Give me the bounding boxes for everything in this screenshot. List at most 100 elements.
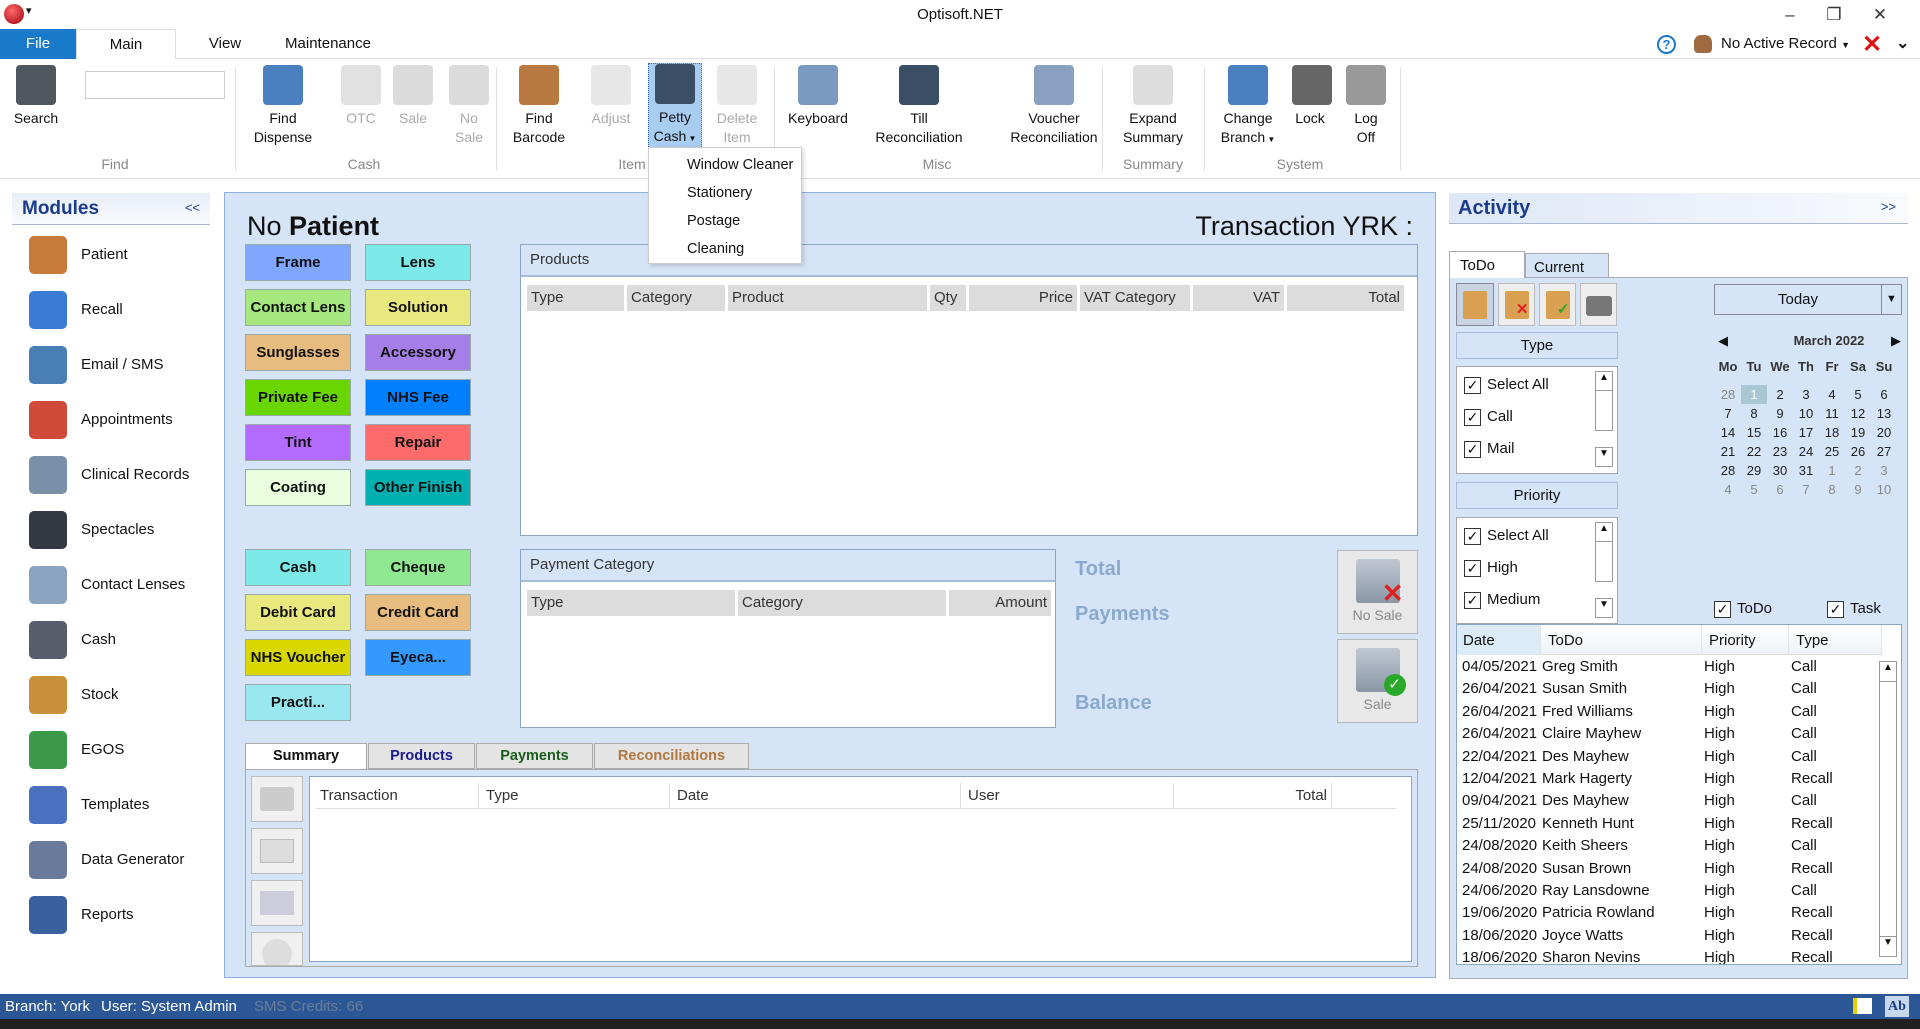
scroll-down-icon[interactable]: ▼ xyxy=(1595,447,1613,467)
filter-select-all-checkbox[interactable]: ✓ Select All xyxy=(1464,527,1549,545)
calendar-day[interactable]: 17 xyxy=(1793,423,1819,442)
sale-button[interactable]: ✓ Sale xyxy=(1337,639,1418,723)
solution-product-button[interactable]: Solution xyxy=(365,289,471,326)
menu-item-cleaning[interactable]: Cleaning xyxy=(687,241,744,257)
print-todo-button[interactable] xyxy=(1580,283,1617,326)
show-task-checkbox[interactable]: ✓ Task xyxy=(1827,600,1881,618)
sale-button[interactable]: Sale xyxy=(388,65,438,128)
otc-button[interactable]: OTC xyxy=(336,65,386,128)
restore-button[interactable]: ❐ xyxy=(1814,2,1854,28)
notes-icon[interactable] xyxy=(1853,998,1872,1014)
calendar-day[interactable]: 28 xyxy=(1715,385,1741,404)
till-reconciliation-button[interactable]: Till Reconciliation xyxy=(872,65,966,147)
close-record-icon[interactable]: ✕ xyxy=(1862,30,1882,59)
tab-maintenance[interactable]: Maintenance xyxy=(270,29,386,59)
search-input[interactable] xyxy=(85,71,225,99)
calendar-day[interactable]: 25 xyxy=(1819,442,1845,461)
repair-product-button[interactable]: Repair xyxy=(365,424,471,461)
calendar-day[interactable]: 15 xyxy=(1741,423,1767,442)
calendar-day[interactable]: 28 xyxy=(1715,461,1741,480)
tab-current[interactable]: Current xyxy=(1525,253,1609,278)
debit-card-payment-button[interactable]: Debit Card xyxy=(245,594,351,631)
column-header-product[interactable]: Product xyxy=(728,285,927,311)
calendar-day[interactable]: 5 xyxy=(1741,480,1767,499)
calendar-day[interactable]: 8 xyxy=(1819,480,1845,499)
calendar-day[interactable]: 10 xyxy=(1871,480,1897,499)
other-finish-product-button[interactable]: Other Finish xyxy=(365,469,471,506)
calendar-day[interactable]: 3 xyxy=(1793,385,1819,404)
sunglasses-product-button[interactable]: Sunglasses xyxy=(245,334,351,371)
todo-grid-scrollbar[interactable]: ▲ ▼ xyxy=(1879,661,1897,957)
column-header-priority[interactable]: Priority xyxy=(1703,625,1789,655)
calendar-day[interactable]: 7 xyxy=(1793,480,1819,499)
filter-call-checkbox[interactable]: ✓ Call xyxy=(1464,408,1513,426)
column-header-price[interactable]: Price xyxy=(969,285,1077,311)
log-off-button[interactable]: Log Off xyxy=(1336,65,1396,147)
calendar-day[interactable]: 29 xyxy=(1741,461,1767,480)
chevron-down-icon[interactable]: ▼ xyxy=(1881,285,1901,314)
delete-todo-button[interactable]: ✕ xyxy=(1498,283,1535,326)
calendar-day[interactable]: 26 xyxy=(1845,442,1871,461)
calendar-day[interactable]: 14 xyxy=(1715,423,1741,442)
module-reports[interactable]: Reports xyxy=(29,894,219,938)
change-branch-button[interactable]: Change Branch ▼ xyxy=(1212,65,1284,149)
summary-tab-summary[interactable]: Summary xyxy=(245,743,367,770)
column-header-type[interactable]: Type xyxy=(527,590,735,616)
accessory-product-button[interactable]: Accessory xyxy=(365,334,471,371)
today-dropdown[interactable]: Today ▼ xyxy=(1714,284,1902,315)
calendar-day[interactable]: 18 xyxy=(1819,423,1845,442)
calendar-day[interactable]: 19 xyxy=(1845,423,1871,442)
column-header-total[interactable]: Total xyxy=(1177,783,1332,809)
column-header-todo[interactable]: ToDo xyxy=(1542,625,1702,655)
calendar-day[interactable]: 9 xyxy=(1845,480,1871,499)
menu-item-postage[interactable]: Postage xyxy=(687,213,740,229)
calendar-day[interactable]: 22 xyxy=(1741,442,1767,461)
calendar-day[interactable]: 8 xyxy=(1741,404,1767,423)
typelist-scrollbar[interactable]: ▲ ▼ xyxy=(1595,371,1613,467)
tab-view[interactable]: View xyxy=(190,29,260,59)
calendar-day[interactable]: 11 xyxy=(1819,404,1845,423)
column-header-amount[interactable]: Amount xyxy=(949,590,1051,616)
find-dispense-button[interactable]: Find Dispense xyxy=(250,65,316,147)
eyeca-payment-button[interactable]: Eyeca... xyxy=(365,639,471,676)
calendar-day[interactable]: 24 xyxy=(1793,442,1819,461)
calendar-day[interactable]: 23 xyxy=(1767,442,1793,461)
expand-activity-button[interactable]: >> xyxy=(1881,199,1896,214)
calendar-day[interactable]: 12 xyxy=(1845,404,1871,423)
scroll-track[interactable] xyxy=(1595,391,1613,431)
calendar-day[interactable]: 2 xyxy=(1845,461,1871,480)
cash-payment-button[interactable]: Cash xyxy=(245,549,351,586)
calendar-day[interactable]: 1 xyxy=(1819,461,1845,480)
tab-file[interactable]: File xyxy=(0,29,76,59)
module-cash[interactable]: Cash xyxy=(29,619,219,663)
email-summary-button[interactable] xyxy=(251,828,303,874)
expand-summary-button[interactable]: Expand Summary xyxy=(1116,65,1190,147)
next-month-button[interactable]: ▶ xyxy=(1891,333,1901,349)
calendar-day[interactable]: 16 xyxy=(1767,423,1793,442)
minimize-button[interactable]: – xyxy=(1770,2,1810,28)
calendar-day[interactable]: 5 xyxy=(1845,385,1871,404)
calendar-day[interactable]: 7 xyxy=(1715,404,1741,423)
calendar-day[interactable]: 6 xyxy=(1767,480,1793,499)
summary-tab-reconciliations[interactable]: Reconciliations xyxy=(594,743,749,769)
refund-button[interactable] xyxy=(251,880,303,926)
keyboard-button[interactable]: Keyboard xyxy=(782,65,854,128)
close-window-button[interactable]: ✕ xyxy=(1860,2,1900,28)
tab-main[interactable]: Main xyxy=(76,29,176,60)
calendar-day[interactable]: 3 xyxy=(1871,461,1897,480)
prilist-scrollbar[interactable]: ▲ ▼ xyxy=(1595,522,1613,618)
module-patient[interactable]: Patient xyxy=(29,234,219,278)
private-fee-product-button[interactable]: Private Fee xyxy=(245,379,351,416)
column-header-category[interactable]: Category xyxy=(627,285,725,311)
column-header-vat-category[interactable]: VAT Category xyxy=(1080,285,1190,311)
column-header-qty[interactable]: Qty xyxy=(930,285,966,311)
scroll-up-icon[interactable]: ▲ xyxy=(1880,662,1896,682)
column-header-type[interactable]: Type xyxy=(482,783,670,809)
menu-item-window-cleaner[interactable]: Window Cleaner xyxy=(687,157,793,173)
column-header-user[interactable]: User xyxy=(964,783,1174,809)
filter-select-all-checkbox[interactable]: ✓ Select All xyxy=(1464,376,1549,394)
module-egos[interactable]: EGOS xyxy=(29,729,219,773)
nhs-fee-product-button[interactable]: NHS Fee xyxy=(365,379,471,416)
spellcheck-icon[interactable]: Ab xyxy=(1885,996,1909,1017)
tint-product-button[interactable]: Tint xyxy=(245,424,351,461)
